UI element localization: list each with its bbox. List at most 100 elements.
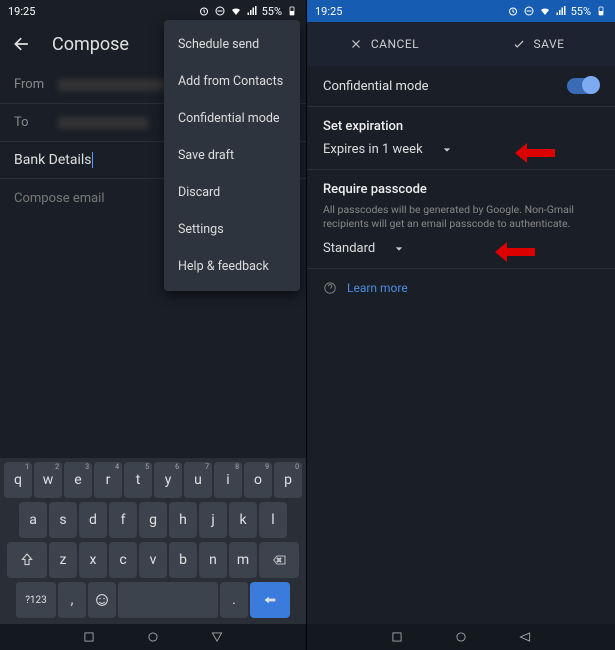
- key-j[interactable]: j: [199, 502, 227, 538]
- battery-icon: [595, 5, 607, 17]
- menu-save-draft[interactable]: Save draft: [164, 137, 300, 174]
- passcode-dropdown[interactable]: Standard: [323, 241, 599, 256]
- key-g[interactable]: g: [139, 502, 167, 538]
- menu-discard[interactable]: Discard: [164, 174, 300, 211]
- key-period[interactable]: .: [220, 582, 248, 618]
- wifi-icon: [230, 5, 242, 17]
- learn-more-link[interactable]: Learn more: [307, 269, 615, 307]
- signal-icon: [555, 5, 567, 17]
- key-u[interactable]: u7: [184, 462, 212, 498]
- alarm-icon: [507, 5, 519, 17]
- expiration-dropdown[interactable]: Expires in 1 week: [323, 142, 599, 157]
- key-c[interactable]: c: [109, 542, 137, 578]
- nav-bar: [0, 624, 306, 650]
- expiration-title: Set expiration: [323, 119, 599, 134]
- key-row-4: ?123 , .: [2, 582, 304, 618]
- learn-more-text: Learn more: [347, 281, 408, 295]
- status-time: 19:25: [8, 5, 35, 18]
- key-backspace[interactable]: [259, 542, 299, 578]
- expiration-value: Expires in 1 week: [323, 142, 423, 157]
- battery-icon: [286, 5, 298, 17]
- menu-help-feedback[interactable]: Help & feedback: [164, 248, 300, 285]
- key-h[interactable]: h: [169, 502, 197, 538]
- passcode-section: Require passcode All passcodes will be g…: [307, 170, 615, 269]
- menu-confidential-mode[interactable]: Confidential mode: [164, 100, 300, 137]
- key-q[interactable]: q1: [4, 462, 32, 498]
- key-i[interactable]: i8: [214, 462, 242, 498]
- confidential-toggle-row: Confidential mode: [307, 66, 615, 107]
- wifi-icon: [539, 5, 551, 17]
- key-y[interactable]: y6: [154, 462, 182, 498]
- subject-text: Bank Details: [14, 152, 91, 168]
- passcode-title: Require passcode: [323, 182, 599, 197]
- status-time: 19:25: [315, 5, 342, 18]
- key-space[interactable]: [118, 582, 218, 618]
- cancel-button[interactable]: CANCEL: [307, 22, 461, 66]
- key-t[interactable]: t5: [124, 462, 152, 498]
- key-comma[interactable]: ,: [58, 582, 86, 618]
- nav-home-icon[interactable]: [146, 630, 160, 644]
- nav-back-icon[interactable]: [390, 630, 404, 644]
- key-s[interactable]: s: [49, 502, 77, 538]
- confidential-mode-label: Confidential mode: [323, 79, 429, 94]
- close-icon: [349, 37, 363, 51]
- key-w[interactable]: w2: [34, 462, 62, 498]
- key-v[interactable]: v: [139, 542, 167, 578]
- compose-screen: 19:25 55% Compose From To Bank Details C…: [0, 0, 307, 650]
- key-x[interactable]: x: [79, 542, 107, 578]
- key-e[interactable]: e3: [64, 462, 92, 498]
- key-symbols[interactable]: ?123: [16, 582, 56, 618]
- key-m[interactable]: m: [229, 542, 257, 578]
- from-label: From: [14, 77, 46, 92]
- text-cursor: [92, 152, 93, 168]
- save-button[interactable]: SAVE: [461, 22, 615, 66]
- key-k[interactable]: k: [229, 502, 257, 538]
- confidential-mode-screen: 19:25 55% CANCEL SAVE Confidential mode …: [307, 0, 615, 650]
- dnd-icon: [214, 5, 226, 17]
- nav-recent-icon[interactable]: [210, 630, 224, 644]
- key-a[interactable]: a: [19, 502, 47, 538]
- help-icon: [323, 281, 337, 295]
- passcode-description: All passcodes will be generated by Googl…: [323, 203, 599, 231]
- menu-settings[interactable]: Settings: [164, 211, 300, 248]
- key-b[interactable]: b: [169, 542, 197, 578]
- expiration-section: Set expiration Expires in 1 week: [307, 107, 615, 170]
- nav-bar: [307, 624, 615, 650]
- to-value-redacted: [58, 117, 148, 129]
- back-arrow-icon[interactable]: [12, 34, 32, 54]
- keyboard: q1 w2 e3 r4 t5 y6 u7 i8 o9 p0 a s d f g …: [0, 458, 306, 624]
- alarm-icon: [198, 5, 210, 17]
- check-icon: [512, 37, 526, 51]
- menu-schedule-send[interactable]: Schedule send: [164, 26, 300, 63]
- key-row-1: q1 w2 e3 r4 t5 y6 u7 i8 o9 p0: [2, 462, 304, 498]
- key-p[interactable]: p0: [274, 462, 302, 498]
- key-l[interactable]: l: [259, 502, 287, 538]
- status-icons: 55%: [198, 5, 298, 18]
- to-label: To: [14, 115, 46, 130]
- key-o[interactable]: o9: [244, 462, 272, 498]
- nav-home-icon[interactable]: [454, 630, 468, 644]
- nav-back-icon[interactable]: [82, 630, 96, 644]
- key-z[interactable]: z: [49, 542, 77, 578]
- dnd-icon: [523, 5, 535, 17]
- key-emoji[interactable]: [88, 582, 116, 618]
- body-placeholder: Compose email: [14, 191, 105, 206]
- key-row-2: a s d f g h j k l: [2, 502, 304, 538]
- key-shift[interactable]: [7, 542, 47, 578]
- menu-add-contacts[interactable]: Add from Contacts: [164, 63, 300, 100]
- confidential-toggle[interactable]: [567, 78, 599, 94]
- status-bar: 19:25 55%: [0, 0, 306, 22]
- key-f[interactable]: f: [109, 502, 137, 538]
- action-bar: CANCEL SAVE: [307, 22, 615, 66]
- nav-recent-icon[interactable]: [518, 630, 532, 644]
- key-r[interactable]: r4: [94, 462, 122, 498]
- key-row-3: z x c v b n m: [2, 542, 304, 578]
- key-d[interactable]: d: [79, 502, 107, 538]
- passcode-value: Standard: [323, 241, 375, 256]
- key-enter[interactable]: [250, 582, 290, 618]
- status-icons: 55%: [507, 5, 607, 18]
- chevron-down-icon: [443, 146, 451, 154]
- overflow-menu: Schedule send Add from Contacts Confiden…: [164, 20, 300, 291]
- key-n[interactable]: n: [199, 542, 227, 578]
- chevron-down-icon: [395, 245, 403, 253]
